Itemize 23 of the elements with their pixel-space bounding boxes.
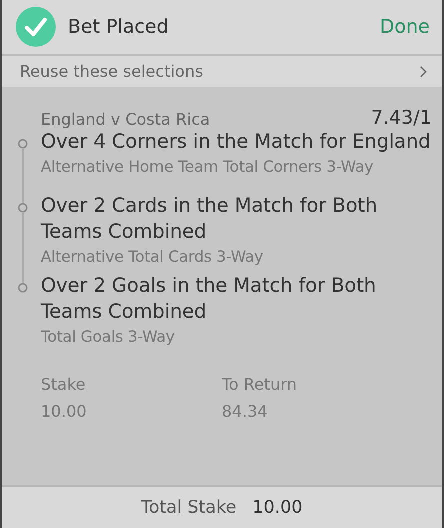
total-stake-label: Total Stake xyxy=(141,498,237,518)
market-name: Total Goals 3-Way xyxy=(41,327,176,348)
reuse-selections-row[interactable]: Reuse these selections xyxy=(2,56,442,87)
leg-marker-icon xyxy=(18,203,28,213)
total-stake-value: 10.00 xyxy=(252,498,303,518)
header-title: Bet Placed xyxy=(68,16,170,38)
market-name: Alternative Home Team Total Corners 3-Way xyxy=(41,157,374,178)
return-value: 84.34 xyxy=(222,401,269,423)
event-name: England v Costa Rica xyxy=(41,110,210,129)
selection-name: Over 2 Cards in the Match for Both Teams Combined xyxy=(41,193,378,245)
done-button[interactable]: Done xyxy=(380,16,430,38)
leg-marker-icon xyxy=(18,139,28,149)
selection-name: Over 4 Corners in the Match for England xyxy=(41,129,431,155)
selection-name: Over 2 Goals in the Match for Both Teams Combined xyxy=(41,273,378,325)
odds-value: 7.43/1 xyxy=(371,107,432,129)
stake-value: 10.00 xyxy=(41,401,88,423)
market-name: Alternative Total Cards 3-Way xyxy=(41,247,264,268)
stake-label: Stake xyxy=(41,374,87,396)
checkmark-icon xyxy=(16,7,56,47)
reuse-selections-label: Reuse these selections xyxy=(20,62,204,81)
leg-marker-icon xyxy=(18,283,28,293)
chevron-right-icon xyxy=(420,66,427,78)
return-label: To Return xyxy=(222,374,298,396)
